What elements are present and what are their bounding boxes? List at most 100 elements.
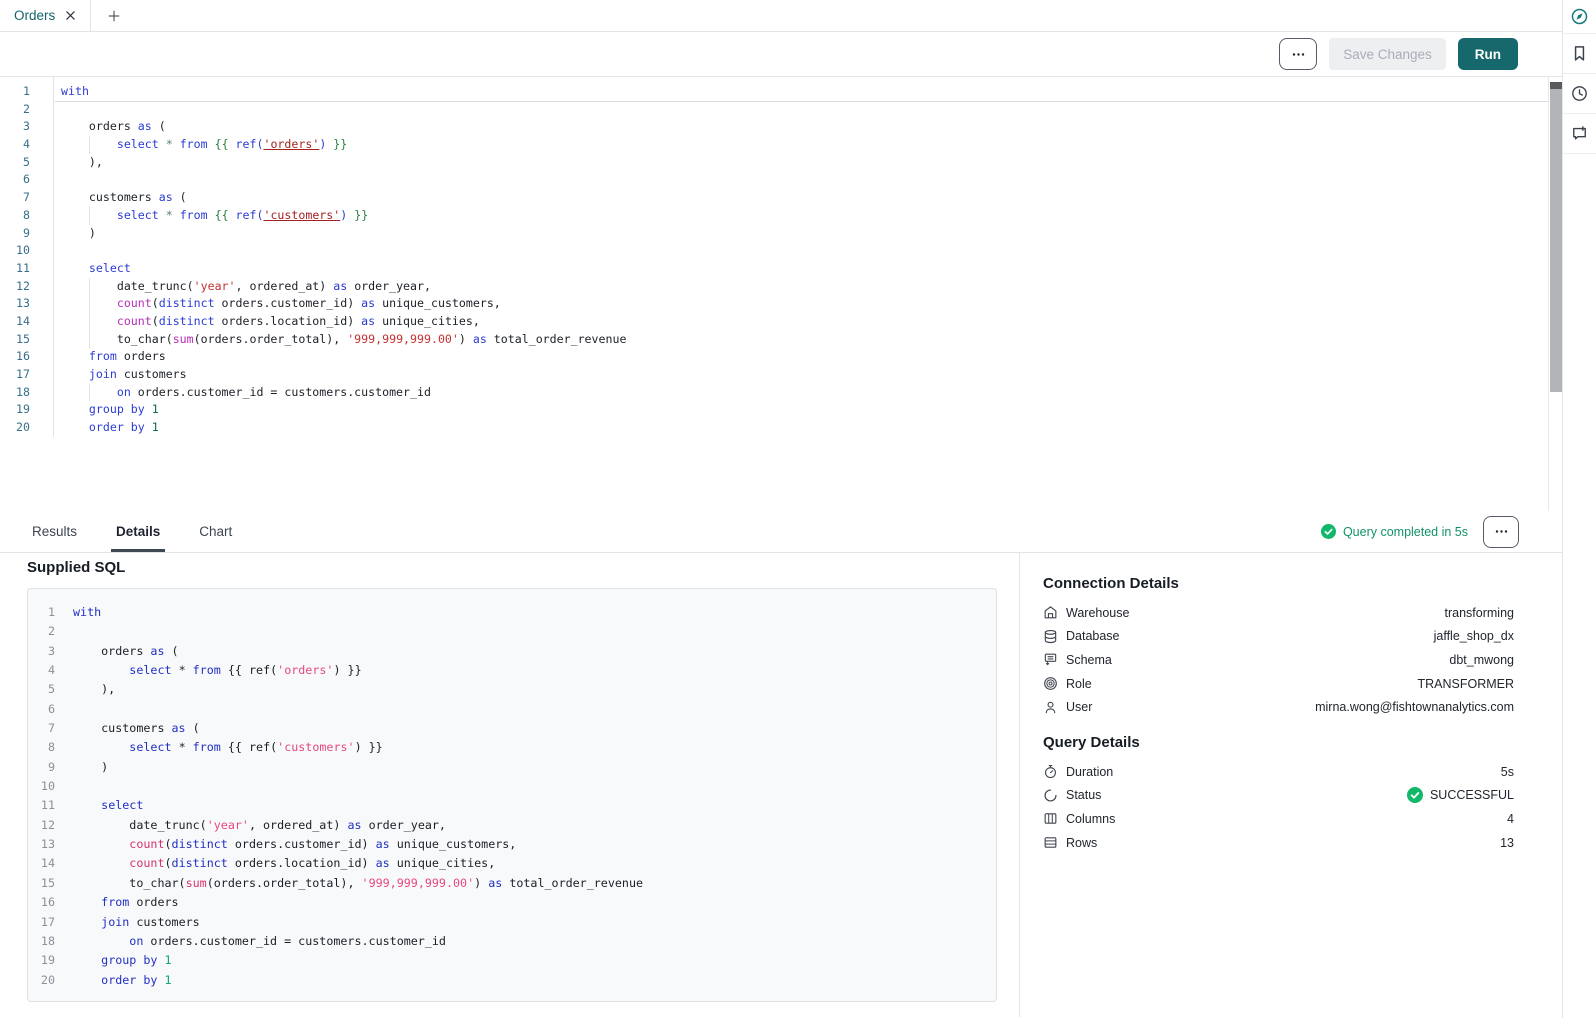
- indent-guide: [89, 295, 90, 313]
- editor-code[interactable]: with orders as ( select * from {{ ref('o…: [54, 77, 1562, 437]
- columns-row: Columns4: [1043, 807, 1514, 831]
- line-number: 15: [28, 874, 55, 893]
- warehouse-value: transforming: [1445, 606, 1514, 620]
- more-options-button[interactable]: [1279, 38, 1317, 70]
- code-line: date_trunc('year', ordered_at) as order_…: [61, 278, 1562, 296]
- code-line: ),: [61, 154, 1562, 172]
- code-line: [61, 101, 1562, 119]
- connection-details-title: Connection Details: [1043, 575, 1514, 593]
- database-row: Database jaffle_shop_dx: [1043, 625, 1514, 649]
- duration-icon: [1043, 764, 1058, 779]
- code-line: on orders.customer_id = customers.custom…: [61, 384, 1562, 402]
- line-number: 12: [0, 278, 30, 296]
- line-number: 9: [28, 758, 55, 777]
- code-line: [61, 171, 1562, 189]
- tab-results[interactable]: Results: [27, 511, 82, 552]
- line-number: 10: [28, 777, 55, 796]
- line-number: 18: [0, 384, 30, 402]
- code-line: count(distinct orders.customer_id) as un…: [73, 835, 643, 854]
- rows-value: 13: [1500, 836, 1514, 850]
- rail-bookmark-button[interactable]: [1563, 34, 1596, 74]
- code-line: select * from {{ ref('customers') }}: [73, 738, 643, 757]
- code-line: orders as (: [61, 118, 1562, 136]
- new-tab-button[interactable]: [99, 0, 129, 31]
- indent-guide: [89, 313, 90, 331]
- tab-details[interactable]: Details: [111, 511, 165, 552]
- code-line: order by 1: [73, 971, 643, 990]
- duration-value: 5s: [1501, 765, 1514, 779]
- line-number: 9: [0, 225, 30, 243]
- user-label: User: [1066, 700, 1092, 714]
- line-number: 17: [28, 913, 55, 932]
- code-line: to_char(sum(orders.order_total), '999,99…: [73, 874, 643, 893]
- line-number: 14: [28, 854, 55, 873]
- line-number: 5: [28, 680, 55, 699]
- code-line: with: [61, 83, 1562, 101]
- columns-value: 4: [1507, 812, 1514, 826]
- editor-tabbar: Orders: [0, 0, 1562, 32]
- code-line: join customers: [61, 366, 1562, 384]
- role-icon: [1043, 676, 1058, 691]
- line-number: 6: [0, 171, 30, 189]
- rail-history-button[interactable]: [1563, 74, 1596, 114]
- rail-compass-button[interactable]: [1563, 0, 1596, 34]
- scrollbar-thumb[interactable]: [1550, 89, 1562, 392]
- right-rail: [1562, 0, 1596, 1018]
- line-number: 20: [28, 971, 55, 990]
- line-number: 2: [0, 101, 30, 119]
- code-line: group by 1: [61, 401, 1562, 419]
- code-line: from orders: [61, 348, 1562, 366]
- tab-chart[interactable]: Chart: [194, 511, 237, 552]
- code-line: select * from {{ ref('orders') }}: [61, 136, 1562, 154]
- rows-row: Rows 13: [1043, 831, 1514, 855]
- code-line: select * from {{ ref('orders') }}: [73, 661, 643, 680]
- code-line: ),: [73, 680, 643, 699]
- rail-feedback-button[interactable]: [1563, 114, 1596, 154]
- sql-editor[interactable]: 1234567891011121314151617181920 with ord…: [0, 77, 1562, 511]
- supplied-sql-title: Supplied SQL: [27, 559, 1019, 577]
- rows-label: Rows: [1066, 836, 1097, 850]
- line-number: 13: [28, 835, 55, 854]
- supplied-sql-block: 1234567891011121314151617181920 with ord…: [27, 588, 997, 1002]
- code-line: ): [73, 758, 643, 777]
- code-line: order by 1: [61, 419, 1562, 437]
- indent-guide: [89, 331, 90, 349]
- code-line: customers as (: [61, 189, 1562, 207]
- query-details-rows: Duration5sStatusSUCCESSFULColumns4Rows13: [1043, 760, 1514, 854]
- code-line: from orders: [73, 893, 643, 912]
- code-line: select * from {{ ref('customers') }}: [61, 207, 1562, 225]
- code-line: select: [61, 260, 1562, 278]
- database-label: Database: [1066, 629, 1120, 643]
- line-number: 3: [28, 642, 55, 661]
- schema-label: Schema: [1066, 653, 1112, 667]
- results-body: Supplied SQL 123456789101112131415161718…: [0, 553, 1562, 1017]
- compass-icon: [1571, 8, 1588, 25]
- indent-guide: [89, 384, 90, 402]
- line-number: 11: [28, 796, 55, 815]
- line-number: 8: [0, 207, 30, 225]
- line-number: 19: [28, 951, 55, 970]
- code-line: on orders.customer_id = customers.custom…: [73, 932, 643, 951]
- line-number: 5: [0, 154, 30, 172]
- tab-orders[interactable]: Orders: [0, 0, 91, 31]
- line-number: 16: [0, 348, 30, 366]
- close-icon[interactable]: [64, 9, 77, 22]
- code-line: customers as (: [73, 719, 643, 738]
- scrollbar-thumb-cap[interactable]: [1550, 82, 1562, 89]
- code-line: to_char(sum(orders.order_total), '999,99…: [61, 331, 1562, 349]
- results-more-button[interactable]: [1483, 516, 1519, 548]
- connection-details-rows: WarehousetransformingDatabasejaffle_shop…: [1043, 601, 1514, 719]
- code-line: [73, 622, 643, 641]
- save-changes-button[interactable]: Save Changes: [1329, 38, 1446, 70]
- role-value: TRANSFORMER: [1417, 677, 1514, 691]
- line-number: 1: [0, 83, 30, 101]
- line-number: 2: [28, 622, 55, 641]
- editor-scrollbar[interactable]: [1548, 77, 1562, 511]
- line-number: 7: [0, 189, 30, 207]
- line-number: 17: [0, 366, 30, 384]
- run-button[interactable]: Run: [1458, 38, 1518, 70]
- plus-icon: [107, 9, 121, 23]
- user-value: mirna.wong@fishtownanalytics.com: [1315, 700, 1514, 714]
- schema-value: dbt_mwong: [1449, 653, 1514, 667]
- database-value: jaffle_shop_dx: [1434, 629, 1514, 643]
